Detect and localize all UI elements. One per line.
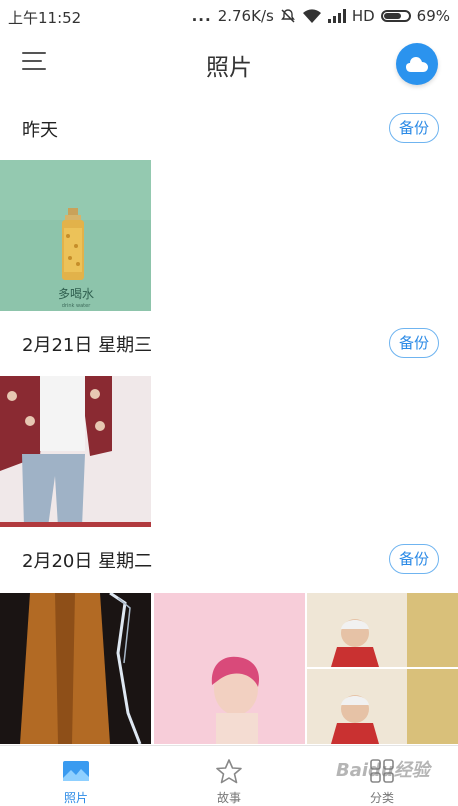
cloud-button[interactable] (396, 43, 438, 85)
page-title: 照片 (206, 55, 252, 81)
network-speed: 2.76K/s (217, 7, 274, 25)
tab-photos[interactable]: 照片 (0, 746, 152, 805)
status-time: 上午11:52 (8, 9, 82, 27)
signal-icon (327, 9, 346, 23)
tab-label: 分类 (369, 791, 394, 805)
photo-bottle-image: 多喝水 drink water (0, 160, 151, 311)
photo-thumbnail[interactable] (0, 593, 151, 744)
photo-portrait-image (154, 593, 305, 744)
app-header: 照片 (0, 32, 458, 94)
battery-icon (380, 10, 411, 22)
status-icons: ... 2.76K/s HD 69% (192, 7, 450, 25)
mute-bell-icon (280, 9, 295, 23)
photo-thumbnail[interactable] (307, 593, 458, 744)
tab-stories[interactable]: 故事 (153, 746, 305, 805)
notification-dots: ... (191, 7, 212, 25)
photo-outfit-image (0, 376, 151, 527)
photo-icon (63, 761, 89, 781)
backup-button[interactable]: 备份 (389, 544, 439, 574)
watermark: Baidu经验 (336, 760, 430, 781)
section-title: 昨天 (22, 120, 58, 141)
photo-thumbnail[interactable] (154, 593, 305, 744)
backup-button[interactable]: 备份 (389, 328, 439, 358)
photo-caption: 多喝水 (58, 287, 94, 301)
photo-thumbnail[interactable] (0, 376, 151, 527)
tab-label: 故事 (216, 791, 241, 805)
tab-label: 照片 (63, 791, 88, 805)
star-icon (216, 759, 242, 784)
battery-percent: 69% (416, 7, 450, 25)
photo-collage-image (307, 593, 458, 744)
date-section-header: 2月21日 星期三 备份 (0, 328, 458, 378)
date-section-header: 2月20日 星期二 备份 (0, 544, 458, 594)
battery-fill (383, 13, 401, 19)
cloud-icon (406, 57, 428, 72)
backup-button[interactable]: 备份 (389, 113, 439, 143)
photo-subcaption: drink water (62, 303, 91, 309)
status-bar: 上午11:52 ... 2.76K/s HD 69% (0, 0, 458, 32)
network-type: HD (351, 7, 375, 25)
section-title: 2月21日 星期三 (22, 335, 153, 356)
photo-thumbnail[interactable]: 多喝水 drink water (0, 160, 151, 311)
photo-coat-image (0, 593, 151, 744)
wifi-icon (302, 8, 321, 23)
date-section-header: 昨天 备份 (0, 113, 458, 163)
section-title: 2月20日 星期二 (22, 551, 153, 572)
